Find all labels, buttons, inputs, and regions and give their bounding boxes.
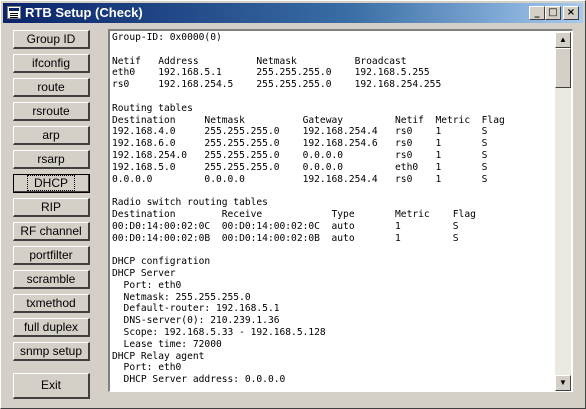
output-line: Scope: 192.168.5.33 - 192.168.5.128 — [112, 326, 326, 338]
output-line: 00:D0:14:00:02:0B 00:D0:14:00:02:0B auto… — [112, 232, 459, 244]
output-line: 192.168.254.0 255.255.255.0 0.0.0.0 rs0 … — [112, 149, 488, 161]
rsroute-button[interactable]: rsroute — [13, 102, 90, 121]
ifconfig-button[interactable]: ifconfig — [13, 54, 90, 73]
rf-channel-button[interactable]: RF channel — [13, 222, 90, 241]
output-line: Netif Address Netmask Broadcast — [112, 55, 407, 67]
output-line: Destination Receive Type Metric Flag — [112, 208, 476, 220]
app-icon[interactable] — [7, 6, 21, 19]
output-line: Radio switch routing tables — [112, 197, 268, 209]
scroll-up-arrow-icon[interactable]: ▲ — [555, 32, 571, 48]
output-text-area[interactable]: Group-ID: 0x0000(0) Netif Address Netmas… — [108, 29, 573, 392]
output-line: Netmask: 255.255.255.0 — [112, 291, 251, 303]
snmp-setup-button[interactable]: snmp setup — [13, 342, 90, 361]
full-duplex-button[interactable]: full duplex — [13, 318, 90, 337]
output-line: Port: eth0 — [112, 279, 182, 291]
output-line: 0.0.0.0 0.0.0.0 192.168.254.4 rs0 1 S — [112, 173, 488, 185]
txmethod-button[interactable]: txmethod — [13, 294, 90, 313]
rip-button[interactable]: RIP — [13, 198, 90, 217]
scroll-down-arrow-icon[interactable]: ▼ — [555, 375, 571, 391]
exit-button[interactable]: Exit — [13, 373, 90, 399]
output-line: Default-router: 192.168.5.1 — [112, 303, 280, 315]
dhcp-button[interactable]: DHCP — [13, 174, 90, 193]
output-line: DNS-server(0): 210.239.1.36 — [112, 315, 280, 327]
output-line: DHCP configration — [112, 256, 211, 268]
maximize-button[interactable]: □ — [545, 6, 561, 20]
output-line: 192.168.4.0 255.255.255.0 192.168.254.4 … — [112, 126, 488, 138]
window-title: RTB Setup (Check) — [25, 5, 143, 20]
minimize-button[interactable]: _ — [529, 6, 545, 20]
output-line: 192.168.5.0 255.255.255.0 0.0.0.0 eth0 1… — [112, 161, 488, 173]
output-line: Lease time: 72000 — [112, 338, 222, 350]
output-line: DHCP Relay agent — [112, 350, 205, 362]
rtb-setup-window: RTB Setup (Check) _ □ × Group ID ifconfi… — [0, 0, 586, 409]
output-line: 00:D0:14:00:02:0C 00:D0:14:00:02:0C auto… — [112, 220, 459, 232]
scroll-thumb[interactable] — [555, 48, 571, 88]
output-line: Routing tables — [112, 102, 193, 114]
portfilter-button[interactable]: portfilter — [13, 246, 90, 265]
group-id-button[interactable]: Group ID — [13, 30, 90, 49]
output-line: DHCP Server — [112, 267, 176, 279]
title-bar[interactable]: RTB Setup (Check) _ □ × — [3, 3, 583, 23]
rsarp-button[interactable]: rsarp — [13, 150, 90, 169]
close-button[interactable]: × — [563, 6, 579, 20]
output-line: Port: eth0 — [112, 362, 182, 374]
output-line: Destination Netmask Gateway Netif Metric… — [112, 114, 505, 126]
output-line: 192.168.6.0 255.255.255.0 192.168.254.6 … — [112, 138, 488, 150]
output-line: rs0 192.168.254.5 255.255.255.0 192.168.… — [112, 79, 442, 91]
scramble-button[interactable]: scramble — [13, 270, 90, 289]
output-line: DHCP Server address: 0.0.0.0 — [112, 374, 286, 386]
vertical-scrollbar[interactable]: ▲ ▼ — [555, 32, 571, 391]
output-line: eth0 192.168.5.1 255.255.255.0 192.168.5… — [112, 67, 430, 79]
arp-button[interactable]: arp — [13, 126, 90, 145]
output-line: Group-ID: 0x0000(0) — [112, 32, 222, 43]
route-button[interactable]: route — [13, 78, 90, 97]
output-text: Group-ID: 0x0000(0) Netif Address Netmas… — [112, 32, 556, 386]
